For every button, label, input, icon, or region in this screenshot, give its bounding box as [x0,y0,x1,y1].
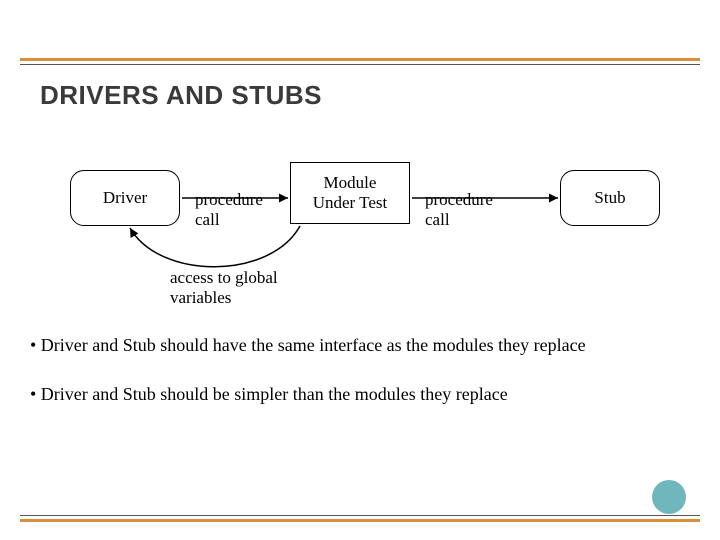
bottom-thin-rule [20,515,700,516]
node-module-under-test: ModuleUnder Test [290,162,410,224]
node-driver: Driver [70,170,180,226]
edge-label-procedure-call-1: procedurecall [195,190,285,231]
edge-label-procedure-call-2: procedurecall [425,190,515,231]
bullet-item: • Driver and Stub should be simpler than… [30,384,690,405]
edge-label-globals: access to globalvariables [170,268,330,309]
corner-badge-circle [652,480,686,514]
node-stub: Stub [560,170,660,226]
diagram-area: Driver ModuleUnder Test Stub procedureca… [0,160,720,320]
bullet-list: • Driver and Stub should have the same i… [30,335,690,433]
bullet-item: • Driver and Stub should have the same i… [30,335,690,356]
top-accent-rule [20,58,700,61]
bottom-accent-rule [20,519,700,522]
top-thin-rule [20,64,700,65]
slide-title: DRIVERS AND STUBS [40,80,322,111]
